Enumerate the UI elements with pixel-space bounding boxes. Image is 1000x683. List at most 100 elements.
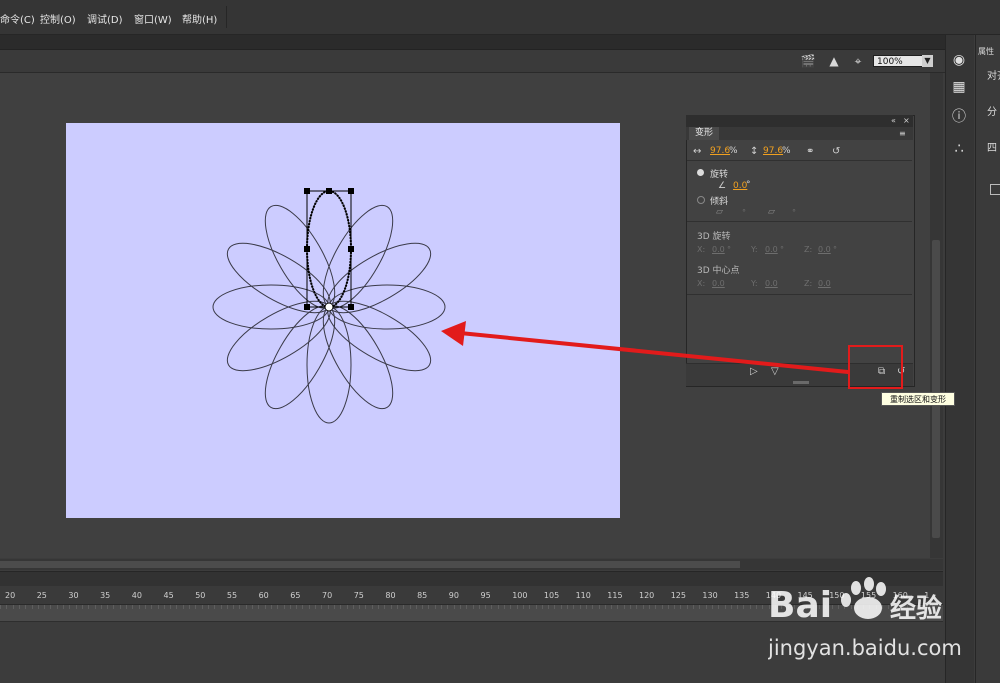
transform-handle	[348, 246, 354, 252]
flip-vertical-icon[interactable]: ▽	[771, 366, 779, 378]
ruler-tick-label: 1	[924, 591, 930, 600]
c3d-z-label: Z:	[804, 279, 813, 288]
horizontal-scroll-thumb[interactable]	[0, 561, 740, 568]
skew-v-degree: °	[792, 208, 796, 217]
ruler-tick-label: 160	[892, 591, 908, 600]
height-arrow-icon: ↕	[750, 146, 759, 157]
transform-panel-tabrow	[686, 127, 913, 140]
transform-handle	[304, 304, 310, 310]
percent-label-2: %	[782, 146, 791, 156]
timeline-frames[interactable]	[0, 605, 943, 622]
ruler-tick-label: 125	[670, 591, 686, 600]
reset-scale-icon[interactable]: ↺	[832, 146, 840, 158]
ruler-tick-label: 60	[258, 591, 269, 600]
scale-height-value[interactable]: 97.6	[763, 146, 783, 156]
close-icon[interactable]: ×	[903, 115, 910, 127]
palette-icon[interactable]: ◉	[949, 50, 969, 70]
c3d-y-value[interactable]: 0.0	[765, 279, 778, 288]
ruler-tick-label: 40	[131, 591, 142, 600]
r3d-y-label: Y:	[751, 245, 758, 254]
r3d-y-degree: °	[780, 245, 784, 254]
separator	[687, 294, 912, 295]
scale-width-value[interactable]: 97.6	[710, 146, 730, 156]
properties-row-distribute: 分	[987, 107, 997, 118]
menu-window[interactable]: 窗口(W)	[134, 11, 172, 26]
r3d-x-degree: °	[727, 245, 731, 254]
ruler-tick-label: 110	[575, 591, 591, 600]
panel-menu-icon[interactable]: ≡	[899, 128, 906, 140]
width-arrow-icon: ↔	[693, 146, 702, 157]
skew-h-degree: °	[742, 208, 746, 217]
ruler-tick-label: 20	[5, 591, 16, 600]
percent-label: %	[729, 146, 738, 156]
flip-horizontal-icon[interactable]: ▷	[750, 366, 758, 378]
ruler-tick-label: 130	[702, 591, 718, 600]
c3d-x-value[interactable]: 0.0	[712, 279, 725, 288]
ruler-tick-label: 135	[734, 591, 750, 600]
skew-radio[interactable]	[697, 196, 705, 204]
properties-row-align: 对齐	[987, 71, 1000, 82]
c3d-y-label: Y:	[751, 279, 758, 288]
link-icon[interactable]: ⚭	[806, 146, 814, 158]
r3d-x-value[interactable]: 0.0	[712, 245, 725, 254]
c3d-x-label: X:	[697, 279, 706, 288]
transform-panel-titlebar[interactable]	[686, 115, 913, 127]
r3d-y-value[interactable]: 0.0	[765, 245, 778, 254]
ruler-tick-label: 100	[512, 591, 528, 600]
properties-panel	[975, 35, 1000, 683]
chevron-down-icon[interactable]: ▼	[922, 55, 933, 67]
components-icon[interactable]: ∴	[949, 139, 969, 159]
skew-horizontal-icon: ▱	[716, 207, 723, 217]
document-tab-strip	[0, 35, 945, 50]
tooltip: 重制选区和变形	[881, 392, 955, 406]
r3d-z-value[interactable]: 0.0	[818, 245, 831, 254]
ruler-tick-label: 115	[607, 591, 623, 600]
transform-handle	[304, 246, 310, 252]
ruler-tick-label: 80	[385, 591, 396, 600]
transform-point	[324, 302, 334, 312]
menu-divider	[226, 6, 227, 28]
rotate-label: 旋转	[710, 170, 729, 180]
transform-handle	[326, 188, 332, 194]
menu-command[interactable]: 命令(C)	[0, 11, 35, 26]
menu-control[interactable]: 控制(O)	[40, 11, 76, 26]
menu-debug[interactable]: 调试(D)	[87, 11, 123, 26]
ruler-tick-label: 120	[639, 591, 655, 600]
info-icon[interactable]: ⓘ	[949, 107, 969, 127]
menu-help[interactable]: 帮助(H)	[182, 11, 217, 26]
ruler-tick-label: 150	[829, 591, 845, 600]
skew-vertical-icon: ▱	[768, 207, 775, 217]
timeline-header	[0, 571, 943, 587]
ruler-tick-label: 65	[290, 591, 301, 600]
properties-checkbox[interactable]	[990, 184, 1000, 195]
crosshair-icon[interactable]: ⌖	[850, 54, 866, 68]
flower-drawing[interactable]	[66, 123, 620, 518]
ruler-tick-label: 85	[417, 591, 428, 600]
symbol-icon[interactable]: ▲	[826, 54, 842, 68]
ruler-tick-label: 45	[163, 591, 174, 600]
center-3d-label: 3D 中心点	[697, 266, 740, 276]
ruler-tick-label: 145	[797, 591, 813, 600]
timeline-body	[0, 622, 943, 683]
rotate-radio[interactable]	[697, 169, 704, 176]
highlight-box	[848, 345, 903, 389]
ruler-tick-label: 155	[860, 591, 877, 600]
ruler-tick-label: 90	[448, 591, 459, 600]
clapper-icon[interactable]: 🎬	[800, 54, 816, 68]
collapse-icon[interactable]: «	[891, 115, 896, 127]
c3d-z-value[interactable]: 0.0	[818, 279, 831, 288]
tab-transform[interactable]: 变形	[689, 127, 719, 140]
r3d-z-label: Z:	[804, 245, 813, 254]
vertical-scroll-thumb[interactable]	[932, 240, 940, 538]
ruler-tick-label: 95	[480, 591, 491, 600]
rotation-3d-label: 3D 旋转	[697, 232, 731, 242]
transform-handle	[348, 188, 354, 194]
ruler-tick-label: 140	[765, 591, 782, 600]
library-grid-icon[interactable]: ▦	[949, 77, 969, 97]
ruler-tick-label: 30	[68, 591, 79, 600]
ruler-tick-label: 105	[543, 591, 560, 600]
panel-icon-bar	[945, 35, 974, 683]
transform-handle	[348, 304, 354, 310]
properties-tab[interactable]: 属性	[978, 46, 994, 57]
resize-grip[interactable]	[793, 381, 809, 384]
